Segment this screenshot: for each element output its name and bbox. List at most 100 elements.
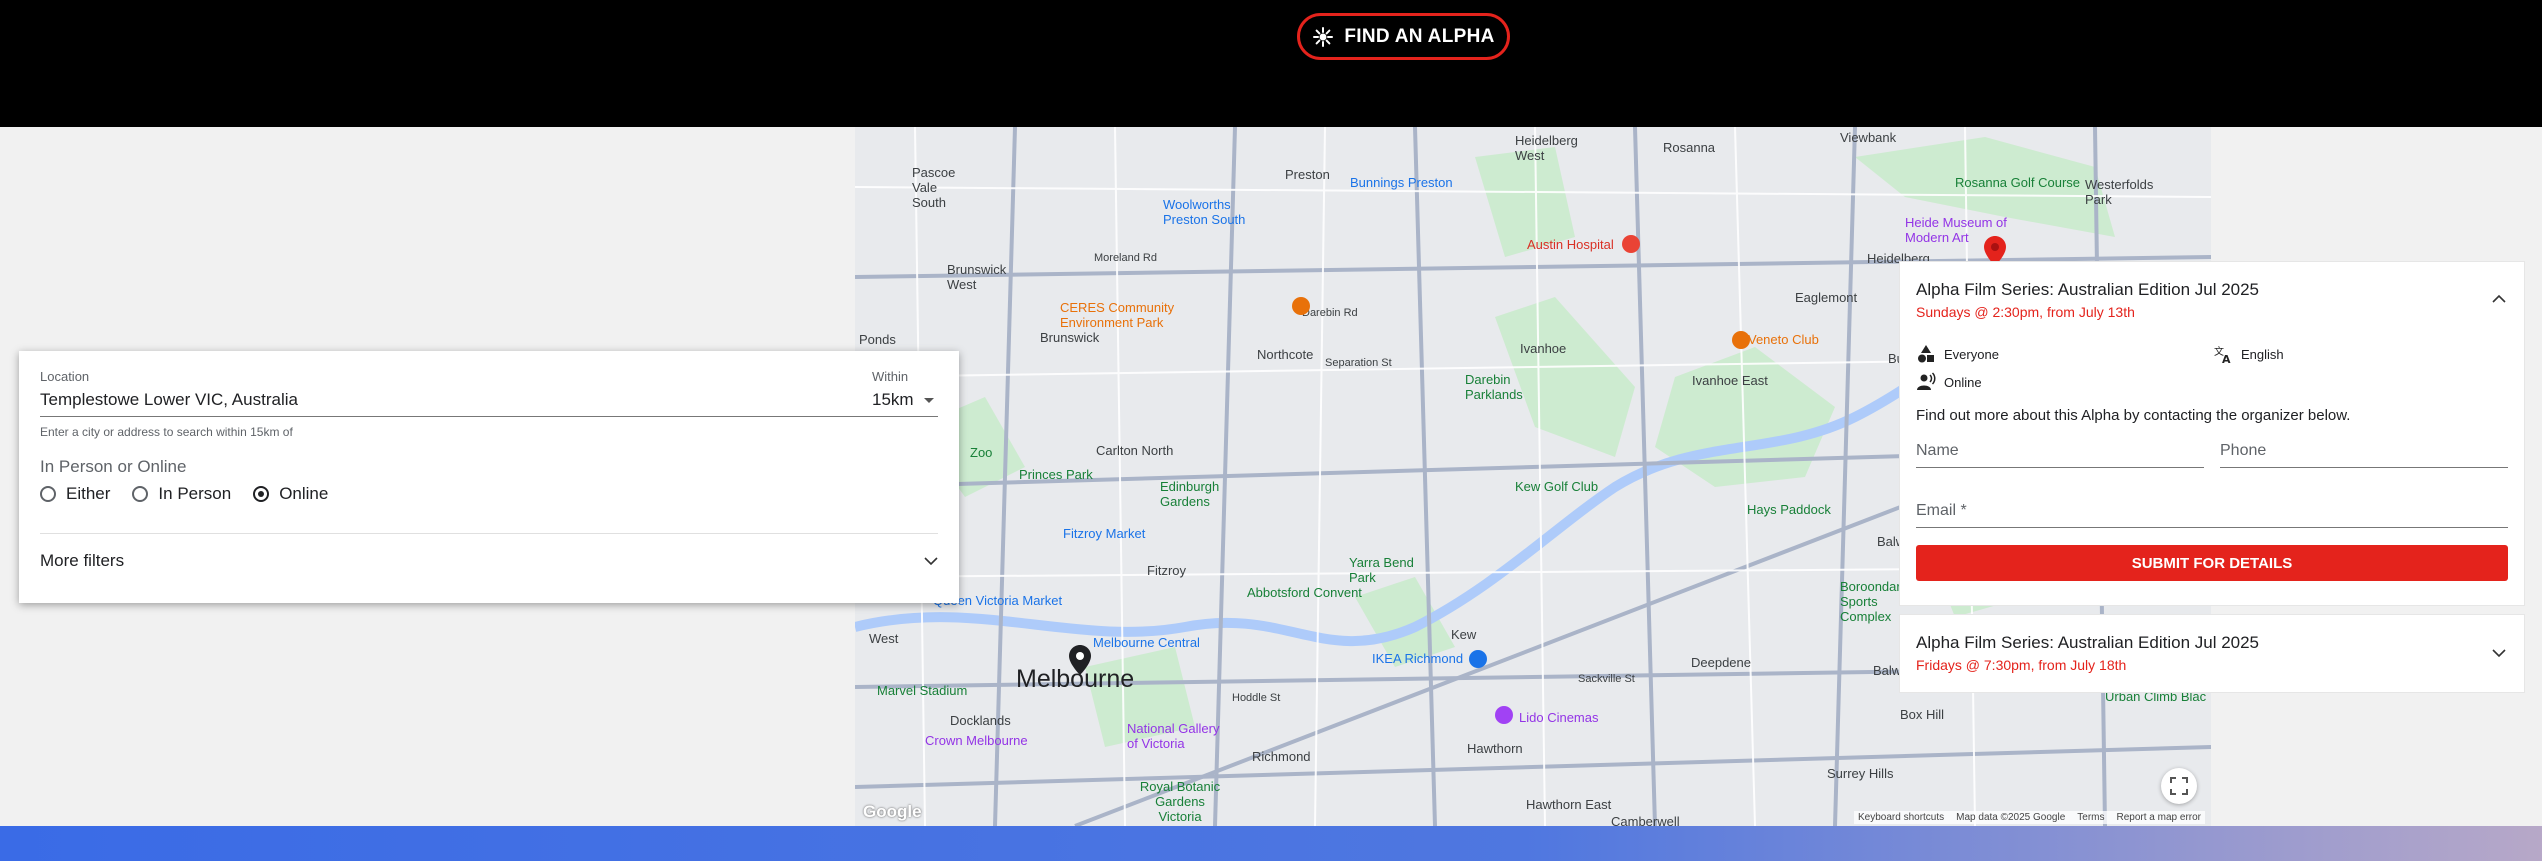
translate-icon: 文 A: [2214, 345, 2231, 364]
audience-tag: Everyone: [1916, 344, 1999, 364]
keyboard-shortcuts-link[interactable]: Keyboard shortcuts: [1858, 812, 1944, 823]
map-label: Royal Botanic Gardens Victoria: [1139, 779, 1221, 824]
language-label: English: [2241, 346, 2284, 362]
map-label: Separation St: [1325, 357, 1392, 369]
map-label: Westerfolds Park: [2085, 177, 2154, 207]
map-label: Pascoe Vale South: [912, 165, 956, 210]
map-label: Ivanhoe East: [1692, 373, 1768, 388]
location-input[interactable]: Templestowe Lower VIC, Australia: [40, 390, 298, 410]
sunburst-icon: [1313, 26, 1334, 47]
chevron-down-icon: [924, 556, 938, 565]
map-label: West: [869, 631, 899, 646]
radio-online[interactable]: Online: [253, 484, 328, 504]
map-poi[interactable]: [1292, 297, 1310, 315]
chevron-down-icon[interactable]: [2492, 649, 2506, 658]
radio-button[interactable]: [40, 486, 56, 502]
map-label: Veneto Club: [1748, 332, 1819, 347]
more-filters-toggle[interactable]: More filters: [40, 546, 938, 576]
map-poi[interactable]: [1732, 331, 1750, 349]
map-label: Northcote: [1257, 347, 1314, 362]
shapes-icon: [1918, 345, 1934, 363]
map-label: Darebin Parklands: [1465, 372, 1523, 402]
map-label: Richmond: [1252, 749, 1311, 764]
submit-for-details-button[interactable]: SUBMIT FOR DETAILS: [1916, 545, 2508, 581]
fullscreen-icon: [2170, 777, 2188, 795]
map-label: Melbourne Central: [1093, 635, 1200, 650]
caret-down-icon: [923, 397, 934, 403]
map-poi[interactable]: [1622, 235, 1640, 253]
map-poi[interactable]: [1495, 706, 1513, 724]
map-label: IKEA Richmond: [1372, 651, 1464, 666]
map-label: Preston: [1285, 167, 1330, 182]
map-attribution: Keyboard shortcuts Map data ©2025 Google…: [1853, 811, 2205, 824]
fullscreen-button[interactable]: [2161, 768, 2197, 804]
location-help-text: Enter a city or address to search within…: [40, 425, 293, 439]
name-underline: [1916, 467, 2204, 468]
event-title[interactable]: Alpha Film Series: Australian Edition Ju…: [1916, 280, 2259, 300]
map-label: Yarra Bend Park: [1349, 555, 1414, 585]
map-label: Hays Paddock: [1747, 502, 1831, 517]
map-label: CERES Community Environment Park: [1060, 300, 1175, 330]
radio-either[interactable]: Either: [40, 484, 110, 504]
map-label: Docklands: [950, 713, 1011, 728]
top-bar: FIND AN ALPHA: [0, 0, 2542, 127]
person-speaking-icon: [1917, 372, 1936, 390]
map-label: Viewbank: [1840, 130, 1897, 145]
language-tag: 文 A English: [2213, 344, 2284, 364]
name-field[interactable]: Name: [1916, 442, 1959, 460]
location-pin-black-icon[interactable]: [1069, 645, 1091, 675]
map-label: Edinburgh Gardens: [1160, 479, 1220, 509]
map-label: Ivanhoe: [1520, 341, 1567, 356]
divider: [40, 533, 938, 534]
radio-button[interactable]: [132, 486, 149, 502]
email-underline: [1916, 527, 2508, 528]
map-label: Rosanna Golf Course: [1955, 175, 2081, 190]
map-label: Abbotsford Convent: [1247, 585, 1362, 600]
event-title[interactable]: Alpha Film Series: Australian Edition Ju…: [1916, 633, 2259, 653]
map-label: Kew: [1451, 627, 1477, 642]
email-field[interactable]: Email *: [1916, 502, 1967, 520]
map-label: Darebin Rd: [1302, 307, 1358, 319]
map-label: Box Hill: [1900, 707, 1945, 722]
map-poi[interactable]: [1469, 650, 1487, 668]
map-label: Hoddle St: [1232, 692, 1281, 704]
map-label: Kew Golf Club: [1515, 479, 1599, 494]
phone-field[interactable]: Phone: [2220, 442, 2266, 460]
report-map-error-link[interactable]: Report a map error: [2117, 812, 2201, 823]
map-label: Zoo: [970, 445, 993, 460]
location-label: Location: [40, 369, 90, 384]
format-tag: Online: [1916, 372, 1982, 392]
radio-in-person[interactable]: In Person: [132, 484, 231, 504]
map-label: National Gallery of Victoria: [1127, 721, 1220, 751]
radio-button[interactable]: [253, 486, 270, 502]
map-data-text: Map data ©2025 Google: [1956, 812, 2066, 823]
map-label: Marvel Stadium: [877, 683, 968, 698]
info-text: Find out more about this Alpha by contac…: [1916, 407, 2351, 424]
find-an-alpha-label: FIND AN ALPHA: [1344, 25, 1495, 47]
location-underline: [40, 416, 938, 417]
format-label: Online: [1944, 374, 1982, 390]
terms-link[interactable]: Terms: [2077, 812, 2104, 823]
map-label: Sackville St: [1578, 673, 1635, 685]
svg-text:A: A: [2222, 353, 2231, 364]
map-label: Brunswick: [1040, 330, 1100, 345]
within-label: Within: [872, 369, 909, 384]
mode-title: In Person or Online: [40, 457, 187, 476]
phone-underline: [2220, 467, 2508, 468]
within-select[interactable]: 15km: [872, 390, 934, 410]
more-filters-label: More filters: [40, 551, 125, 570]
find-an-alpha-button[interactable]: FIND AN ALPHA: [1297, 13, 1510, 60]
map-label: Austin Hospital: [1527, 237, 1614, 252]
event-card[interactable]: Alpha Film Series: Australian Edition Ju…: [1899, 614, 2525, 693]
map-label: Brunswick West: [947, 262, 1007, 292]
map-label: Deepdene: [1691, 655, 1751, 670]
footer-bar: [0, 826, 2542, 861]
radio-label: Either: [66, 484, 111, 503]
map-label: Bunnings Preston: [1350, 175, 1453, 190]
chevron-up-icon[interactable]: [2492, 294, 2506, 303]
search-filter-panel: Location Within Templestowe Lower VIC, A…: [19, 351, 959, 603]
map-label: Carlton North: [1096, 443, 1174, 458]
map-label: Hawthorn East: [1526, 797, 1612, 812]
within-value: 15km: [872, 390, 914, 409]
event-card: Alpha Film Series: Australian Edition Ju…: [1899, 261, 2525, 606]
